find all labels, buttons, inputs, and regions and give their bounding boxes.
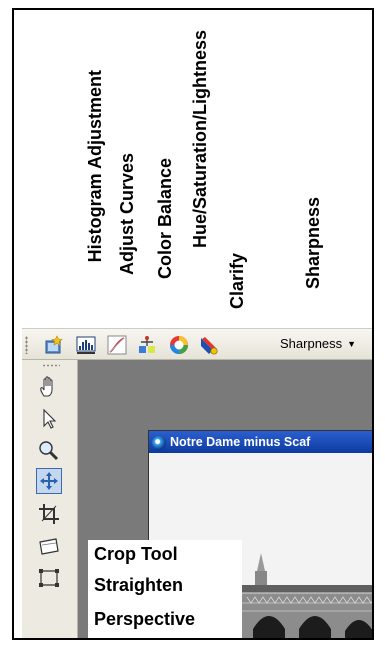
tool-label-box: Crop Tool Straighten Perspective <box>88 540 242 638</box>
perspective-label: Perspective <box>94 609 196 629</box>
effects-toolbar: Sharpness ▼ <box>22 328 372 360</box>
hue-saturation-icon[interactable] <box>168 334 190 356</box>
chevron-down-icon: ▼ <box>347 339 357 349</box>
clarify-icon[interactable] <box>198 334 220 356</box>
figure-frame: Histogram Adjustment Adjust Curves Color… <box>12 8 374 640</box>
straighten-icon[interactable] <box>36 533 62 559</box>
document-title-bar[interactable]: Notre Dame minus Scaf <box>149 431 372 453</box>
pointer-arrow-icon[interactable] <box>36 406 62 432</box>
move-icon[interactable] <box>36 468 62 494</box>
straighten-label: Straighten <box>94 575 184 595</box>
color-balance-icon[interactable] <box>136 334 158 356</box>
palette-grip[interactable] <box>42 364 60 367</box>
app-icon <box>152 435 166 450</box>
histogram-icon[interactable] <box>75 334 97 356</box>
perspective-icon[interactable] <box>36 565 62 591</box>
crop-tool-label: Crop Tool <box>94 544 178 564</box>
curves-icon[interactable] <box>106 334 128 356</box>
sharpness-label: Sharpness <box>303 197 323 290</box>
zoom-icon[interactable] <box>36 438 62 464</box>
crop-icon[interactable] <box>36 501 62 527</box>
hue-saturation-lightness-label: Hue/Saturation/Lightness <box>190 30 210 249</box>
pan-hand-icon[interactable] <box>36 374 62 400</box>
sharpness-dropdown-label: Sharpness <box>280 336 343 351</box>
document-title: Notre Dame minus Scaf <box>170 435 311 449</box>
adjust-curves-label: Adjust Curves <box>117 153 137 276</box>
histogram-adjustment-label: Histogram Adjustment <box>85 70 105 263</box>
toolbar-grip[interactable] <box>25 336 28 354</box>
color-balance-label: Color Balance <box>155 158 175 280</box>
sharpness-dropdown[interactable]: Sharpness ▼ <box>280 336 356 351</box>
auto-enhance-icon[interactable] <box>43 334 65 356</box>
tool-palette <box>22 360 78 638</box>
clarify-label: Clarify <box>227 253 247 310</box>
